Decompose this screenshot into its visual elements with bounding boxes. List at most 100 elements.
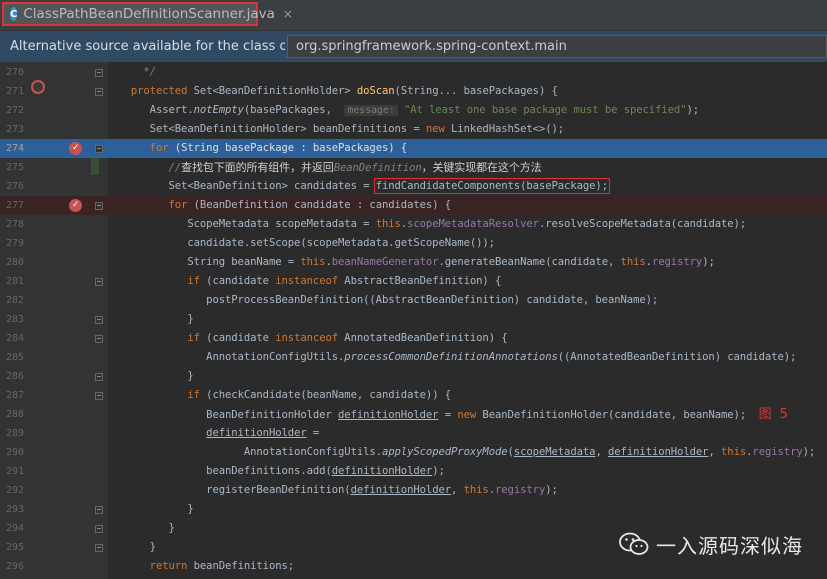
code-line[interactable]: 289 definitionHolder =: [0, 424, 827, 443]
line-number[interactable]: 280: [0, 253, 24, 272]
line-number[interactable]: 291: [0, 462, 24, 481]
fold-marker-icon[interactable]: [95, 392, 103, 400]
fold-marker-icon[interactable]: [95, 88, 103, 96]
source-module-select[interactable]: org.springframework.spring-context.main: [287, 35, 827, 58]
code-line[interactable]: 271 protected Set<BeanDefinitionHolder> …: [0, 82, 827, 101]
code-text[interactable]: return beanDefinitions;: [112, 557, 295, 576]
code-text[interactable]: //查找包下面的所有组件，并返回BeanDefinition，关键实现都在这个方…: [112, 158, 542, 178]
line-number[interactable]: 278: [0, 215, 24, 234]
line-number[interactable]: 282: [0, 291, 24, 310]
tab-title: ClassPathBeanDefinitionScanner.java: [23, 6, 275, 22]
code-text[interactable]: registerBeanDefinition(definitionHolder,…: [112, 481, 558, 500]
code-line[interactable]: 284 if (candidate instanceof AnnotatedBe…: [0, 329, 827, 348]
line-number[interactable]: 272: [0, 101, 24, 120]
fold-marker-icon[interactable]: [95, 373, 103, 381]
line-number[interactable]: 293: [0, 500, 24, 519]
line-number[interactable]: 289: [0, 424, 24, 443]
close-icon[interactable]: ×: [283, 7, 293, 21]
code-text[interactable]: if (checkCandidate(beanName, candidate))…: [112, 386, 451, 405]
fold-marker-icon[interactable]: [95, 202, 103, 210]
line-number[interactable]: 287: [0, 386, 24, 405]
code-text[interactable]: BeanDefinitionHolder definitionHolder = …: [112, 405, 788, 425]
line-number[interactable]: 274: [0, 139, 24, 158]
editor-tab[interactable]: C ClassPathBeanDefinitionScanner.java ×: [2, 2, 293, 26]
code-text[interactable]: definitionHolder =: [112, 424, 319, 443]
code-line[interactable]: 290 AnnotationConfigUtils.applyScopedPro…: [0, 443, 827, 462]
code-line[interactable]: 272 Assert.notEmpty(basePackages, messag…: [0, 101, 827, 120]
fold-marker-icon[interactable]: [95, 335, 103, 343]
code-line[interactable]: 280 String beanName = this.beanNameGener…: [0, 253, 827, 272]
code-line[interactable]: 293 }: [0, 500, 827, 519]
override-marker-icon[interactable]: [31, 80, 45, 94]
code-text[interactable]: Set<BeanDefinition> candidates = findCan…: [112, 177, 610, 196]
code-text[interactable]: for (BeanDefinition candidate : candidat…: [112, 196, 452, 215]
notice-text: Alternative source available for the cla…: [10, 39, 285, 54]
code-line[interactable]: 281 if (candidate instanceof AbstractBea…: [0, 272, 827, 291]
code-line[interactable]: 275 //查找包下面的所有组件，并返回BeanDefinition，关键实现都…: [0, 158, 827, 177]
alternative-source-notice: Alternative source available for the cla…: [0, 31, 827, 62]
fold-marker-icon[interactable]: [95, 544, 103, 552]
fold-marker-icon[interactable]: [95, 145, 103, 153]
line-number[interactable]: 295: [0, 538, 24, 557]
code-text[interactable]: AnnotationConfigUtils.applyScopedProxyMo…: [112, 443, 815, 462]
line-number[interactable]: 281: [0, 272, 24, 291]
line-number[interactable]: 277: [0, 196, 24, 215]
line-number[interactable]: 285: [0, 348, 24, 367]
code-line[interactable]: 283 }: [0, 310, 827, 329]
line-number[interactable]: 273: [0, 120, 24, 139]
code-line[interactable]: 279 candidate.setScope(scopeMetadata.get…: [0, 234, 827, 253]
code-text[interactable]: ScopeMetadata scopeMetadata = this.scope…: [112, 215, 746, 234]
breakpoint-icon[interactable]: ✓: [69, 199, 82, 212]
line-number[interactable]: 275: [0, 158, 24, 177]
fold-marker-icon[interactable]: [95, 506, 103, 514]
line-number[interactable]: 290: [0, 443, 24, 462]
line-number[interactable]: 284: [0, 329, 24, 348]
line-number[interactable]: 283: [0, 310, 24, 329]
code-text[interactable]: postProcessBeanDefinition((AbstractBeanD…: [112, 291, 658, 310]
code-text[interactable]: AnnotationConfigUtils.processCommonDefin…: [112, 348, 796, 367]
code-line[interactable]: 282 postProcessBeanDefinition((AbstractB…: [0, 291, 827, 310]
line-number[interactable]: 294: [0, 519, 24, 538]
fold-marker-icon[interactable]: [95, 316, 103, 324]
code-text[interactable]: if (candidate instanceof AnnotatedBeanDe…: [112, 329, 507, 348]
code-text[interactable]: String beanName = this.beanNameGenerator…: [112, 253, 715, 272]
code-text[interactable]: for (String basePackage : basePackages) …: [112, 139, 408, 158]
line-number[interactable]: 270: [0, 63, 24, 82]
code-line[interactable]: 274 for (String basePackage : basePackag…: [0, 139, 827, 158]
fold-marker-icon[interactable]: [95, 525, 103, 533]
code-text[interactable]: beanDefinitions.add(definitionHolder);: [112, 462, 445, 481]
code-line[interactable]: 270 */: [0, 63, 827, 82]
breakpoint-icon[interactable]: ✓: [69, 142, 82, 155]
code-text[interactable]: }: [112, 500, 193, 519]
line-number[interactable]: 296: [0, 557, 24, 576]
fold-marker-icon[interactable]: [95, 69, 103, 77]
line-number[interactable]: 288: [0, 405, 24, 424]
code-line[interactable]: 273 Set<BeanDefinitionHolder> beanDefini…: [0, 120, 827, 139]
code-text[interactable]: }: [112, 538, 156, 557]
code-line[interactable]: 285 AnnotationConfigUtils.processCommonD…: [0, 348, 827, 367]
java-class-icon: C: [10, 7, 18, 21]
line-number[interactable]: 292: [0, 481, 24, 500]
line-number[interactable]: 276: [0, 177, 24, 196]
code-line[interactable]: 277 for (BeanDefinition candidate : cand…: [0, 196, 827, 215]
code-text[interactable]: }: [112, 310, 193, 329]
code-line[interactable]: 291 beanDefinitions.add(definitionHolder…: [0, 462, 827, 481]
fold-marker-icon[interactable]: [95, 278, 103, 286]
code-line[interactable]: 287 if (checkCandidate(beanName, candida…: [0, 386, 827, 405]
code-text[interactable]: candidate.setScope(scopeMetadata.getScop…: [112, 234, 495, 253]
code-line[interactable]: 292 registerBeanDefinition(definitionHol…: [0, 481, 827, 500]
code-text[interactable]: Assert.notEmpty(basePackages, message: "…: [112, 101, 699, 120]
code-text[interactable]: if (candidate instanceof AbstractBeanDef…: [112, 272, 501, 291]
code-line[interactable]: 286 }: [0, 367, 827, 386]
line-number[interactable]: 286: [0, 367, 24, 386]
code-line[interactable]: 288 BeanDefinitionHolder definitionHolde…: [0, 405, 827, 424]
code-text[interactable]: protected Set<BeanDefinitionHolder> doSc…: [112, 82, 558, 101]
code-text[interactable]: }: [112, 367, 193, 386]
line-number[interactable]: 279: [0, 234, 24, 253]
line-number[interactable]: 271: [0, 82, 24, 101]
code-line[interactable]: 276 Set<BeanDefinition> candidates = fin…: [0, 177, 827, 196]
code-text[interactable]: Set<BeanDefinitionHolder> beanDefinition…: [112, 120, 564, 139]
code-text[interactable]: }: [112, 519, 175, 538]
code-line[interactable]: 278 ScopeMetadata scopeMetadata = this.s…: [0, 215, 827, 234]
code-text[interactable]: */: [112, 63, 156, 82]
